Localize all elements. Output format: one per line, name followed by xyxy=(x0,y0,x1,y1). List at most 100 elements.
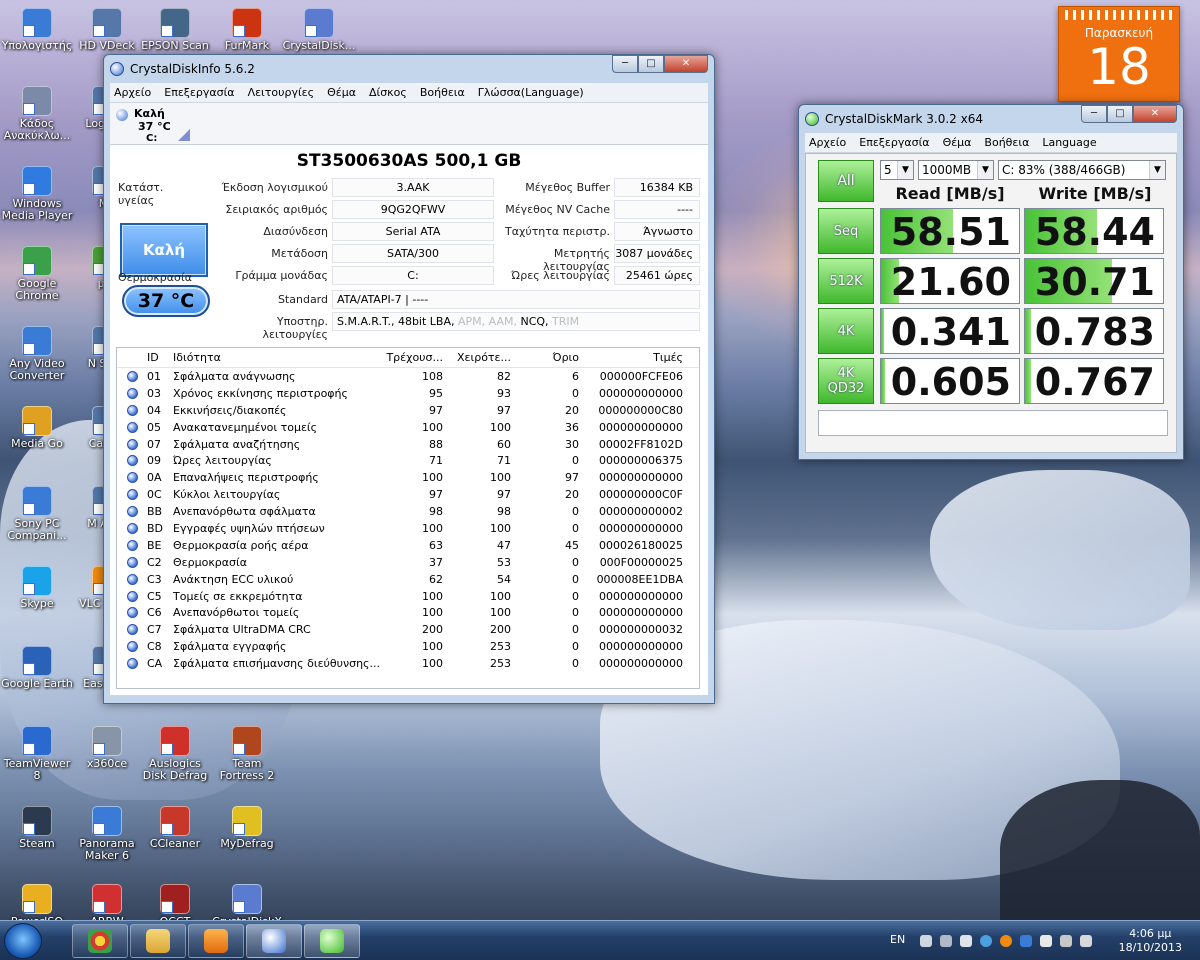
column-header-threshold[interactable]: Όριο xyxy=(511,351,579,364)
desktop-icon-furmark[interactable]: FurMark xyxy=(210,8,284,52)
crystaldiskinfo-window[interactable]: CrystalDiskInfo 5.6.2 ─ □ ✕ Αρχείο Επεξερ… xyxy=(103,54,715,704)
taskbar-crystaldiskmark[interactable] xyxy=(304,924,360,958)
menu-item-0[interactable]: Αρχείο xyxy=(114,86,151,99)
taskbar-explorer[interactable] xyxy=(130,924,186,958)
crystaldiskmark-window[interactable]: CrystalDiskMark 3.0.2 x64 ─ □ ✕ Αρχείο Επ… xyxy=(798,104,1184,460)
menu-item-3[interactable]: Βοήθεια xyxy=(984,136,1029,149)
table-row[interactable]: BD Εγγραφές υψηλών πτήσεων 100 100 0 00000000… xyxy=(117,520,699,537)
cdi-titlebar[interactable]: CrystalDiskInfo 5.6.2 ─ □ ✕ xyxy=(110,55,708,83)
desktop-icon-panorama-maker[interactable]: Panorama Maker 6 xyxy=(70,806,144,862)
menu-item-2[interactable]: Θέμα xyxy=(943,136,972,149)
run-all-button[interactable]: All xyxy=(818,160,874,202)
tray-icon[interactable] xyxy=(940,935,952,947)
language-indicator[interactable]: EN xyxy=(890,933,905,946)
menu-item-4[interactable]: Δίσκος xyxy=(369,86,407,99)
desktop-icon-x360ce[interactable]: x360ce xyxy=(70,726,144,770)
table-row[interactable]: BB Ανεπανόρθωτα σφάλματα 98 98 0 000000000002 xyxy=(117,503,699,520)
column-header-worst[interactable]: Χειρότε... xyxy=(443,351,511,364)
table-row[interactable]: 09 Ώρες λειτουργίας 71 71 0 000000006375 xyxy=(117,452,699,469)
network-icon[interactable] xyxy=(1080,935,1092,947)
table-row[interactable]: C7 Σφάλματα UltraDMA CRC 200 200 0 0000000000… xyxy=(117,621,699,638)
desktop-icon-skype[interactable]: Skype xyxy=(0,566,74,610)
table-row[interactable]: 05 Ανακατανεμημένοι τομείς 100 100 36 0000000… xyxy=(117,419,699,436)
maximize-button[interactable]: □ xyxy=(1107,105,1133,123)
minimize-button[interactable]: ─ xyxy=(612,55,638,73)
close-button[interactable]: ✕ xyxy=(1133,105,1177,123)
desktop-icon-auslogics[interactable]: Auslogics Disk Defrag xyxy=(138,726,212,782)
menu-item-5[interactable]: Βοήθεια xyxy=(420,86,465,99)
desktop-icon-media-go[interactable]: Media Go xyxy=(0,406,74,450)
comment-field[interactable] xyxy=(818,410,1168,436)
desktop-icon-steam[interactable]: Steam xyxy=(0,806,74,850)
menu-item-4[interactable]: Language xyxy=(1042,136,1096,149)
close-button[interactable]: ✕ xyxy=(664,55,708,73)
column-header-raw[interactable]: Τιμές xyxy=(579,351,683,364)
start-button[interactable] xyxy=(4,923,42,959)
desktop-icon-team-fortress[interactable]: Team Fortress 2 xyxy=(210,726,284,782)
column-header-current[interactable]: Τρέχουσ... xyxy=(381,351,443,364)
table-row[interactable]: C5 Τομείς σε εκκρεμότητα 100 100 0 0000000000… xyxy=(117,588,699,605)
tray-icon[interactable] xyxy=(1020,935,1032,947)
tray-icon[interactable] xyxy=(980,935,992,947)
flag-icon[interactable] xyxy=(1040,935,1052,947)
desktop-icon-google-chrome[interactable]: Google Chrome xyxy=(0,246,74,302)
menu-item-0[interactable]: Αρχείο xyxy=(809,136,846,149)
table-row[interactable]: C8 Σφάλματα εγγραφής 100 253 0 000000000000 xyxy=(117,638,699,655)
desktop-icon-sony-pc-companion[interactable]: Sony PC Compani... xyxy=(0,486,74,542)
run-4k-qd32-button[interactable]: 4K QD32 xyxy=(818,358,874,404)
column-header-id[interactable]: ID xyxy=(147,351,173,364)
desktop-icon-computer[interactable]: Υπολογιστής xyxy=(0,8,74,52)
desktop-icon-teamviewer[interactable]: TeamViewer 8 xyxy=(0,726,74,782)
calendar-gadget[interactable]: Παρασκευή 18 xyxy=(1058,6,1180,102)
table-row[interactable]: 03 Χρόνος εκκίνησης περιστροφής 95 93 0 00000… xyxy=(117,385,699,402)
menu-item-1[interactable]: Επεξεργασία xyxy=(164,86,234,99)
desktop-icon-hd-vdeck[interactable]: HD VDeck xyxy=(70,8,144,52)
desktop-icon-recycle-bin[interactable]: Κάδος Ανακύκλω... xyxy=(0,86,74,142)
taskbar-media[interactable] xyxy=(188,924,244,958)
desktop-icon-ccleaner[interactable]: CCleaner xyxy=(138,806,212,850)
table-row[interactable]: C2 Θερμοκρασία 37 53 0 000F00000025 xyxy=(117,554,699,571)
desktop-icon-epson-scan[interactable]: EPSON Scan xyxy=(138,8,212,52)
size-select[interactable]: 1000MB ▼ xyxy=(918,160,994,180)
cdm-titlebar[interactable]: CrystalDiskMark 3.0.2 x64 ─ □ ✕ xyxy=(805,105,1177,133)
table-row[interactable]: 07 Σφάλματα αναζήτησης 88 60 30 00002FF8102D xyxy=(117,436,699,453)
health-status-badge[interactable]: Καλή xyxy=(120,223,208,277)
desktop-icon-any-video-converter[interactable]: Any Video Converter xyxy=(0,326,74,382)
tray-icon[interactable] xyxy=(1000,935,1012,947)
tray-icon[interactable] xyxy=(920,935,932,947)
maximize-button[interactable]: □ xyxy=(638,55,664,73)
menu-item-3[interactable]: Θέμα xyxy=(327,86,356,99)
cdi-title: CrystalDiskInfo 5.6.2 xyxy=(130,62,255,76)
table-row[interactable]: BE Θερμοκρασία ροής αέρα 63 47 45 00002618002… xyxy=(117,537,699,554)
table-row[interactable]: 01 Σφάλματα ανάγνωσης 108 82 6 000000FCFE06 xyxy=(117,368,699,385)
menu-item-1[interactable]: Επεξεργασία xyxy=(859,136,929,149)
run-4k-button[interactable]: 4K xyxy=(818,308,874,354)
clock[interactable]: 4:06 μμ 18/10/2013 xyxy=(1119,927,1182,955)
drive-select[interactable]: C: 83% (388/466GB) ▼ xyxy=(998,160,1166,180)
taskbar-chrome[interactable] xyxy=(72,924,128,958)
taskbar-crystaldiskinfo[interactable] xyxy=(246,924,302,958)
run-512k-button[interactable]: 512K xyxy=(818,258,874,304)
health-label: Κατάστ. υγείας xyxy=(118,181,164,207)
desktop-icon-crystaldisk[interactable]: CrystalDisk... xyxy=(282,8,356,52)
table-row[interactable]: 0A Επαναλήψεις περιστροφής 100 100 97 0000000… xyxy=(117,469,699,486)
menu-item-2[interactable]: Λειτουργίες xyxy=(248,86,315,99)
tray-icon[interactable] xyxy=(960,935,972,947)
drive-selector-c[interactable]: Καλή 37 °C C: xyxy=(116,107,196,144)
column-header-attribute[interactable]: Ιδιότητα xyxy=(173,351,381,364)
table-row[interactable]: 0C Κύκλοι λειτουργίας 97 97 20 000000000C0F xyxy=(117,486,699,503)
run-seq-button[interactable]: Seq xyxy=(818,208,874,254)
desktop-icon-google-earth[interactable]: Google Earth xyxy=(0,646,74,690)
table-row[interactable]: CA Σφάλματα επισήμανσης διεύθυνσης... 100 2… xyxy=(117,655,699,672)
smart-attributes-table[interactable]: ID Ιδιότητα Τρέχουσ... Χειρότε... Όριο Τ… xyxy=(116,347,700,689)
table-row[interactable]: C3 Ανάκτηση ECC υλικού 62 54 0 000008EE1DBA xyxy=(117,571,699,588)
table-row[interactable]: C6 Ανεπανόρθωτοι τομείς 100 100 0 00000000000… xyxy=(117,604,699,621)
volume-icon[interactable] xyxy=(1060,935,1072,947)
menu-item-6[interactable]: Γλώσσα(Language) xyxy=(478,86,584,99)
cell-worst: 100 xyxy=(490,521,511,535)
desktop-icon-mydefrag[interactable]: MyDefrag xyxy=(210,806,284,850)
desktop-icon-windows-media-player[interactable]: Windows Media Player xyxy=(0,166,74,222)
table-row[interactable]: 04 Εκκινήσεις/διακοπές 97 97 20 000000000C80 xyxy=(117,402,699,419)
count-select[interactable]: 5 ▼ xyxy=(880,160,914,180)
minimize-button[interactable]: ─ xyxy=(1081,105,1107,123)
